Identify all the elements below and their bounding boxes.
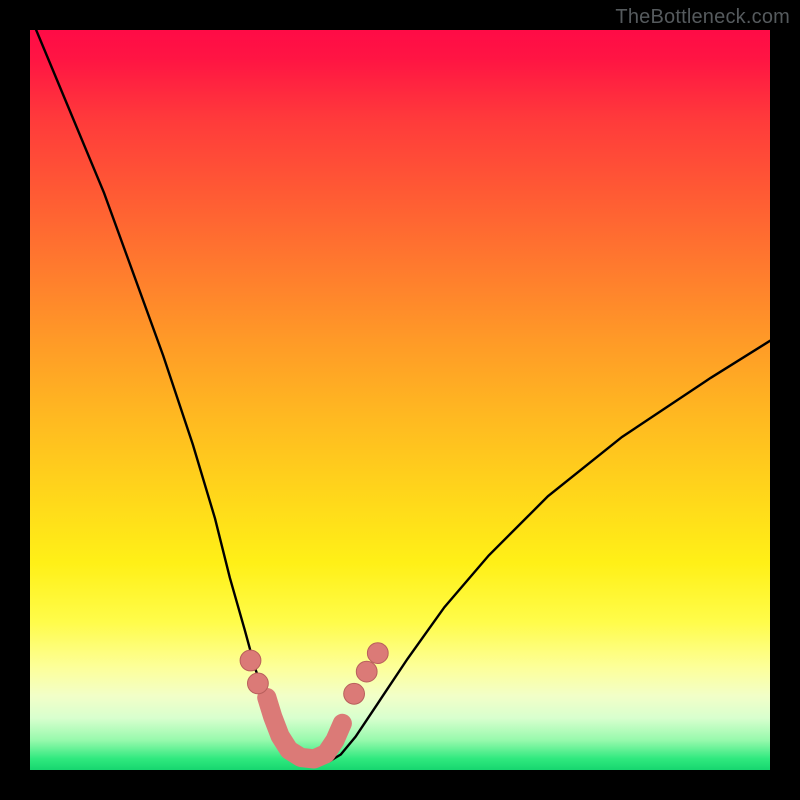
chart-svg [30, 30, 770, 770]
outer-frame: TheBottleneck.com [0, 0, 800, 800]
plot-area [30, 30, 770, 770]
left-upper-dot [240, 650, 261, 671]
valley-worm-path [267, 698, 343, 759]
left-lower-dot [248, 673, 269, 694]
watermark-text: TheBottleneck.com [615, 6, 790, 29]
right-mid-dot [356, 661, 377, 682]
bottleneck-curve [30, 30, 770, 763]
right-upper-dot [367, 643, 388, 664]
right-lower-dot [344, 683, 365, 704]
